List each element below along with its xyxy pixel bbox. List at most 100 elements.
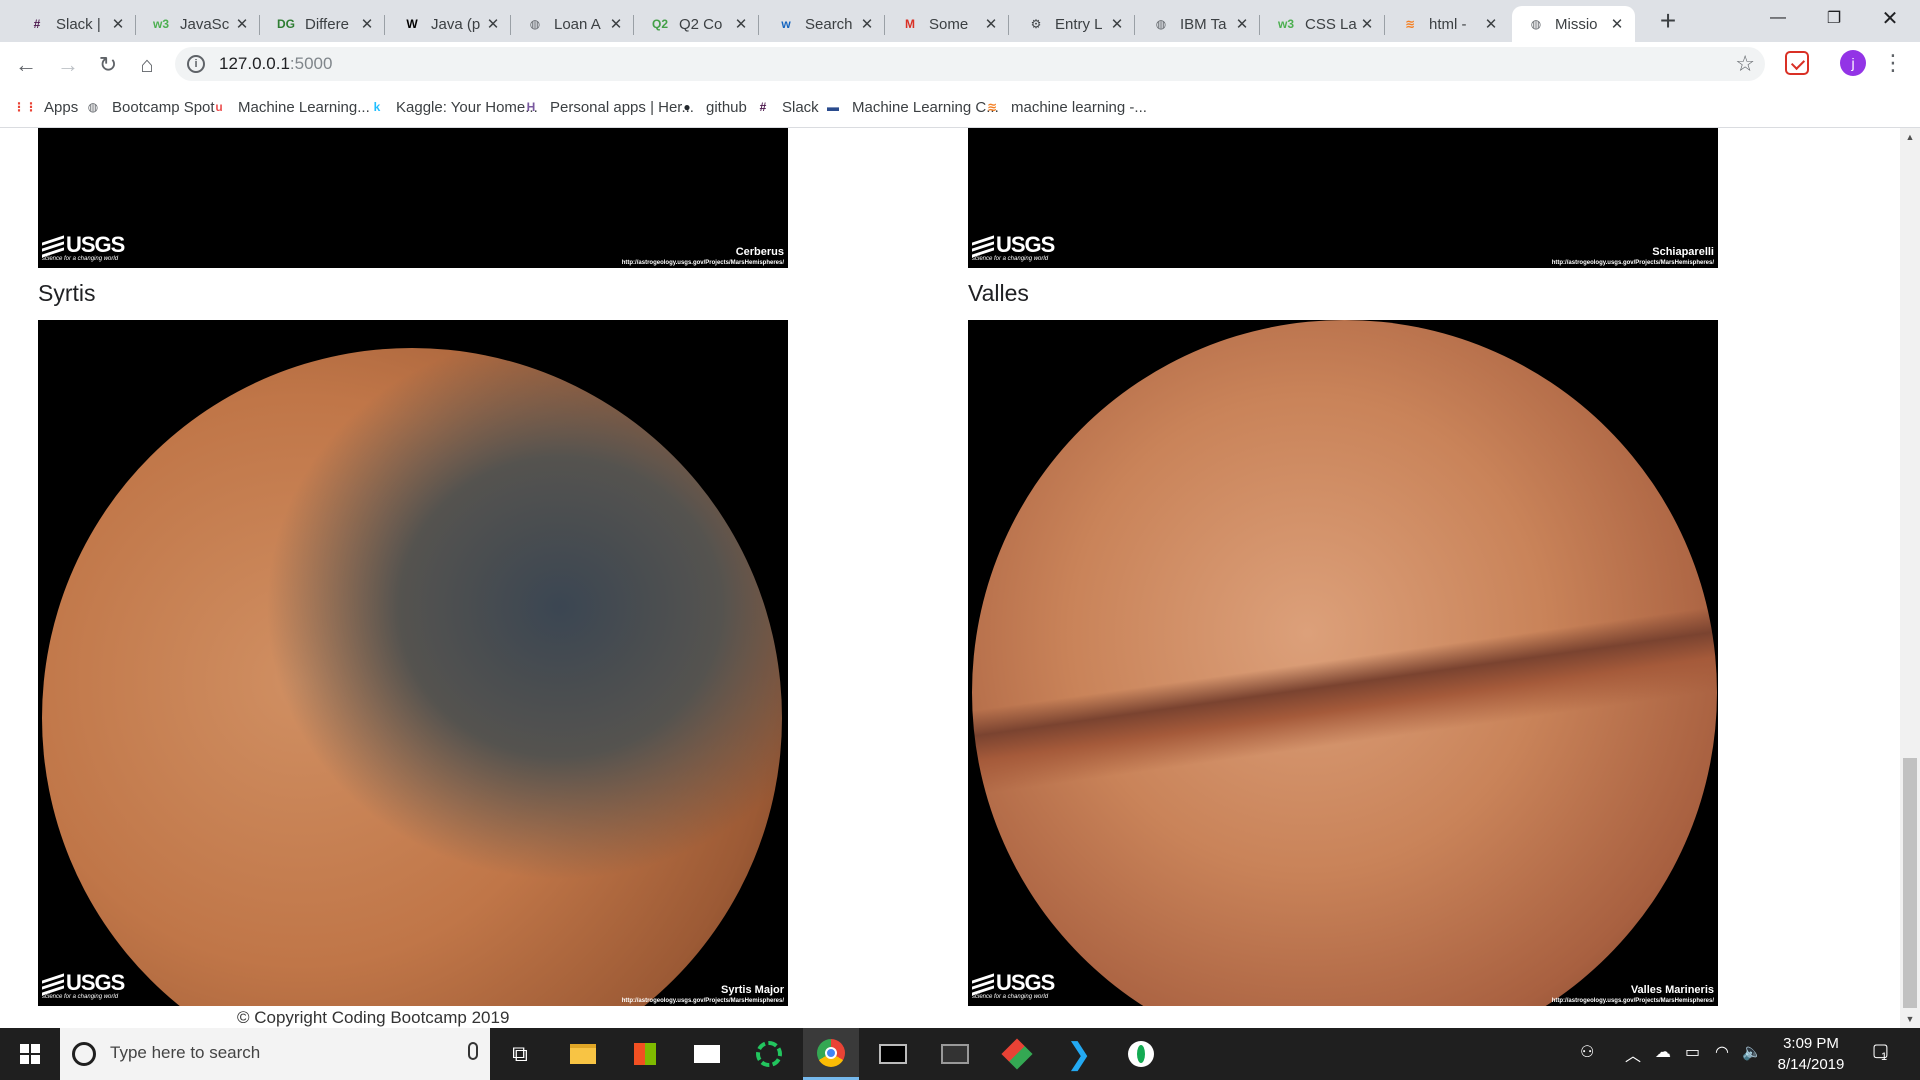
show-hidden-icons-chevron-icon[interactable]: ︿ (1625, 1042, 1641, 1066)
tab-12[interactable]: ≋ html - ✕ (1386, 6, 1509, 42)
tab-7[interactable]: w Search ✕ (762, 6, 885, 42)
globe-icon: ◍ (1530, 17, 1542, 31)
bookmark-7[interactable]: # Slack (754, 95, 819, 119)
usgs-wordmark: USGS (66, 970, 125, 995)
mail-icon[interactable] (679, 1028, 735, 1080)
scrollbar-thumb[interactable] (1903, 758, 1917, 1008)
site-info-icon[interactable]: i (187, 55, 205, 73)
tab-label: Loan A (554, 15, 601, 33)
bookmark-6[interactable]: ● github (678, 95, 747, 119)
bookmark-8[interactable]: ▬ Machine Learning C... (824, 95, 999, 119)
tab-close-icon[interactable]: ✕ (485, 15, 501, 33)
task-view-icon[interactable]: ⧉ (492, 1028, 548, 1080)
screen: # Slack | ✕ w3 JavaSc ✕ DG Differe ✕ W Java (p ✕ ◍ Lo… (0, 0, 1920, 1080)
page-scrollbar[interactable]: ▲ ▼ (1900, 128, 1920, 1028)
bookmark-label: Machine Learning... (238, 98, 370, 116)
bookmark-label: Personal apps | Her... (550, 98, 694, 116)
tab-close-icon[interactable]: ✕ (1359, 15, 1375, 33)
bookmark-9[interactable]: ≋ machine learning -... (983, 95, 1147, 119)
system-clock[interactable]: 3:09 PM 8/14/2019 (1766, 1033, 1856, 1075)
usgs-tagline: science for a changing world (972, 994, 1049, 1000)
tab-close-icon[interactable]: ✕ (983, 15, 999, 33)
url-text[interactable]: 127.0.0.1:5000 (219, 54, 332, 74)
tab-separator (1384, 15, 1385, 35)
tab-8[interactable]: M Some ✕ (886, 6, 1009, 42)
tab-close-icon[interactable]: ✕ (1483, 15, 1499, 33)
tab-close-icon[interactable]: ✕ (859, 15, 875, 33)
tab-label: Missio (1555, 15, 1598, 33)
tab-close-icon[interactable]: ✕ (1109, 15, 1125, 33)
usgs-wave-icon (42, 973, 64, 996)
usgs-wordmark: USGS (66, 232, 125, 257)
taskbar-search-box[interactable]: Type here to search (60, 1028, 490, 1080)
microphone-icon[interactable] (468, 1042, 478, 1060)
scroll-up-arrow-icon[interactable]: ▲ (1900, 128, 1920, 146)
tab-10[interactable]: ◍ IBM Ta ✕ (1137, 6, 1260, 42)
reload-button[interactable]: ↻ (92, 49, 124, 81)
tab-1[interactable]: # Slack | ✕ (13, 6, 136, 42)
volume-icon[interactable]: 🔈 (1742, 1042, 1762, 1062)
wifi-icon[interactable]: ◠ (1715, 1042, 1729, 1062)
tab-9[interactable]: ⚙ Entry L ✕ (1012, 6, 1135, 42)
tab-close-icon[interactable]: ✕ (234, 15, 250, 33)
vscode-icon[interactable]: ❯ (1051, 1028, 1107, 1080)
terminal-icon[interactable] (865, 1028, 921, 1080)
tab-close-icon[interactable]: ✕ (110, 15, 126, 33)
usgs-wordmark: USGS (996, 970, 1055, 995)
mars-hemisphere-globe (972, 320, 1717, 1006)
wikipedia-icon: W (406, 17, 418, 31)
home-button[interactable]: ⌂ (131, 49, 163, 81)
bookmark-label: Kaggle: Your Home... (396, 98, 538, 116)
tab-close-icon[interactable]: ✕ (359, 15, 375, 33)
tab-4[interactable]: W Java (p ✕ (388, 6, 511, 42)
tab-6[interactable]: Q2 Q2 Co ✕ (636, 6, 759, 42)
usgs-wordmark: USGS (996, 232, 1055, 257)
bookmark-5[interactable]: H Personal apps | Her... (522, 95, 694, 119)
git-gui-icon[interactable] (989, 1028, 1045, 1080)
tab-11[interactable]: w3 CSS La ✕ (1262, 6, 1385, 42)
back-button[interactable]: ← (10, 49, 42, 81)
bookmarks-bar: ⋮⋮ Apps ◍ Bootcamp Spot u Machine Learning...… (0, 86, 1920, 128)
bookmark-star-icon[interactable]: ☆ (1735, 51, 1755, 77)
usgs-wave-icon (42, 235, 64, 258)
hemisphere-title: Syrtis (38, 280, 96, 306)
new-tab-button[interactable]: + (1654, 7, 1682, 36)
image-caption-name: Cerberus (735, 246, 784, 258)
tab-13[interactable]: ◍ Missio ✕ (1512, 6, 1635, 42)
profile-avatar[interactable]: j (1840, 50, 1866, 76)
tab-separator (1259, 15, 1260, 35)
scroll-down-arrow-icon[interactable]: ▼ (1900, 1010, 1920, 1028)
start-button[interactable] (0, 1028, 60, 1080)
bookmark-3[interactable]: u Machine Learning... (210, 95, 370, 119)
bookmark-label: Bootcamp Spot (112, 98, 215, 116)
action-center-icon[interactable]: ▢1 (1872, 1040, 1895, 1063)
windows-taskbar: Type here to search ⧉ ❯ ⚇ ︿ ☁ ▭ ◠ 🔈 3:09… (0, 1028, 1920, 1080)
pocket-extension-icon[interactable] (1785, 51, 1809, 75)
restore-button[interactable]: ❐ (1806, 0, 1862, 36)
file-explorer-icon[interactable] (555, 1028, 611, 1080)
tab-label: Some (929, 15, 969, 33)
bookmark-4[interactable]: k Kaggle: Your Home... (368, 95, 538, 119)
circle-app-icon[interactable] (741, 1028, 797, 1080)
bookmark-2[interactable]: ◍ Bootcamp Spot (84, 95, 215, 119)
close-window-button[interactable]: ✕ (1862, 0, 1918, 36)
bookmark-1[interactable]: ⋮⋮ Apps (13, 95, 78, 119)
chrome-taskbar-icon[interactable] (803, 1028, 859, 1080)
address-bar[interactable]: i 127.0.0.1:5000 ☆ (175, 47, 1765, 81)
tab-close-icon[interactable]: ✕ (1234, 15, 1250, 33)
mongodb-compass-icon[interactable] (1113, 1028, 1169, 1080)
tab-close-icon[interactable]: ✕ (1609, 15, 1625, 33)
tab-close-icon[interactable]: ✕ (608, 15, 624, 33)
forward-button[interactable]: → (52, 49, 84, 81)
people-icon[interactable]: ⚇ (1580, 1042, 1594, 1062)
battery-icon[interactable]: ▭ (1685, 1042, 1700, 1062)
network-off-icon[interactable]: ☁ (1655, 1042, 1671, 1062)
console-window-icon[interactable] (927, 1028, 983, 1080)
tab-2[interactable]: w3 JavaSc ✕ (137, 6, 260, 42)
tab-5[interactable]: ◍ Loan A ✕ (511, 6, 634, 42)
minimize-button[interactable]: — (1750, 0, 1806, 36)
tab-3[interactable]: DG Differe ✕ (262, 6, 385, 42)
browser-menu-icon[interactable]: ⋮ (1882, 48, 1904, 80)
tab-close-icon[interactable]: ✕ (733, 15, 749, 33)
store-icon[interactable] (617, 1028, 673, 1080)
